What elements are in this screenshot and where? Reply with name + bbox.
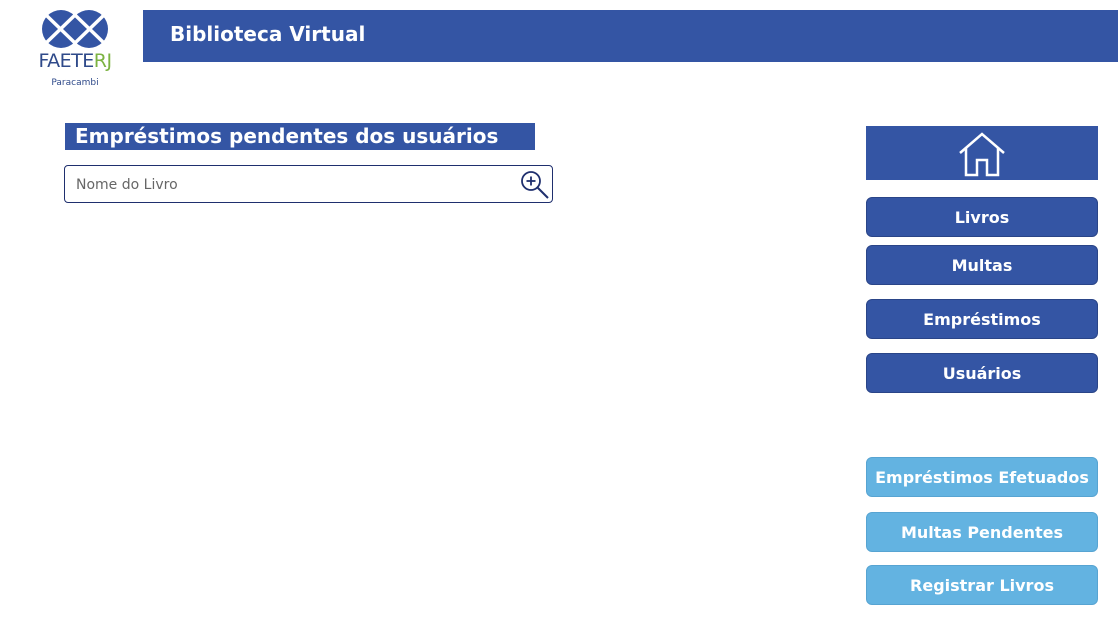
search-input[interactable] xyxy=(74,174,508,196)
emprestimos-efetuados-button[interactable]: Empréstimos Efetuados xyxy=(866,457,1098,497)
home-button[interactable] xyxy=(866,126,1098,180)
faeterj-logo: FAETERJ Paracambi xyxy=(28,8,122,92)
usuarios-button[interactable]: Usuários xyxy=(866,353,1098,393)
page-title: Empréstimos pendentes dos usuários xyxy=(65,123,535,150)
logo-name: FAETERJ xyxy=(38,50,112,72)
multas-pendentes-button[interactable]: Multas Pendentes xyxy=(866,512,1098,552)
multas-button[interactable]: Multas xyxy=(866,245,1098,285)
logo-emblem xyxy=(42,10,108,48)
header-bar: Biblioteca Virtual xyxy=(143,10,1118,62)
search-box xyxy=(64,165,553,203)
zoom-in-icon xyxy=(521,171,549,199)
logo-subtitle: Paracambi xyxy=(51,78,99,88)
search-button[interactable] xyxy=(517,167,553,201)
emprestimos-button[interactable]: Empréstimos xyxy=(866,299,1098,339)
home-icon xyxy=(959,132,1005,177)
app-title: Biblioteca Virtual xyxy=(170,22,366,46)
livros-button[interactable]: Livros xyxy=(866,197,1098,237)
registrar-livros-button[interactable]: Registrar Livros xyxy=(866,565,1098,605)
